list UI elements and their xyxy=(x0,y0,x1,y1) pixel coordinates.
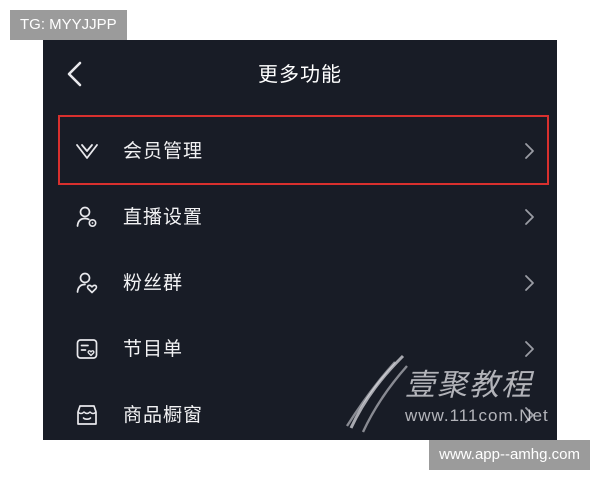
chevron-right-icon xyxy=(525,143,534,159)
watermark-logo-icon xyxy=(345,354,408,433)
screenshot-stage: TG: MYYJJPP 更多功能 会员管理 直播设置 粉丝群 节目单 商品橱窗 … xyxy=(0,0,600,480)
fan-group-icon xyxy=(76,272,98,294)
watermark-title: 壹聚教程 xyxy=(405,368,533,403)
menu-item-label: 商品橱窗 xyxy=(123,404,204,426)
menu-item-member-management[interactable]: 会员管理 xyxy=(43,118,557,184)
menu-item-label: 会员管理 xyxy=(123,140,204,162)
watermark-url: www.111com.Net xyxy=(405,406,549,425)
header-bar: 更多功能 xyxy=(43,40,557,108)
chevron-right-icon xyxy=(525,209,534,225)
chevron-right-icon xyxy=(525,275,534,291)
menu-item-label: 直播设置 xyxy=(123,206,204,228)
page-title: 更多功能 xyxy=(258,62,342,86)
tg-label: TG: MYYJJPP xyxy=(10,10,127,40)
site-label: www.app--amhg.com xyxy=(429,440,590,470)
vip-v-icon xyxy=(76,144,98,159)
program-list-icon xyxy=(76,339,98,359)
menu-item-live-settings[interactable]: 直播设置 xyxy=(43,184,557,250)
menu-item-label: 节目单 xyxy=(123,338,184,360)
menu-item-label: 粉丝群 xyxy=(123,272,184,294)
user-settings-icon xyxy=(76,206,97,228)
menu-item-fan-group[interactable]: 粉丝群 xyxy=(43,250,557,316)
watermark: 壹聚教程 www.111com.Net xyxy=(343,350,557,440)
shop-window-icon xyxy=(77,405,97,425)
app-screen: 更多功能 会员管理 直播设置 粉丝群 节目单 商品橱窗 壹聚教程 www.111… xyxy=(43,40,557,440)
